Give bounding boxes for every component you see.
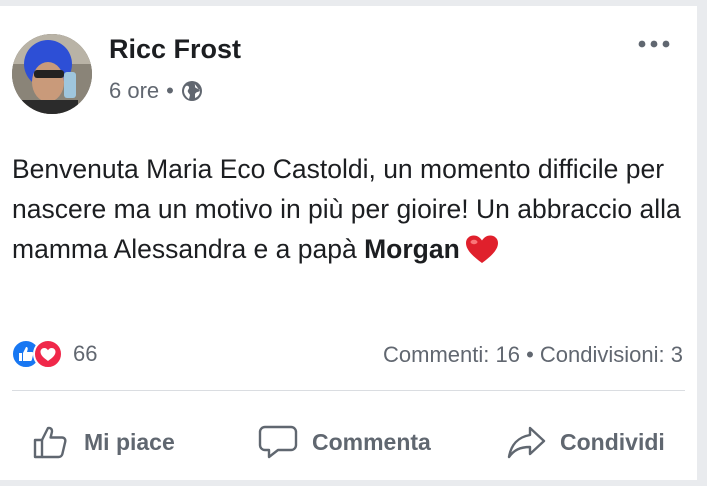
heart-emoji-icon <box>464 234 500 264</box>
post-card: Ricc Frost 6 ore • Benvenuta Maria Eco C… <box>0 6 697 480</box>
comment-icon <box>258 425 298 459</box>
reactions-summary[interactable]: 66 <box>11 339 97 369</box>
shares-count[interactable]: Condivisioni: 3 <box>540 342 683 367</box>
author-name[interactable]: Ricc Frost <box>109 34 241 65</box>
post-text-bold[interactable]: Morgan <box>364 234 460 264</box>
comment-button[interactable]: Commenta <box>258 416 431 468</box>
like-button[interactable]: Mi piace <box>32 416 175 468</box>
share-icon <box>507 426 546 459</box>
share-button[interactable]: Condividi <box>506 416 665 468</box>
comments-count[interactable]: Commenti: 16 <box>383 342 520 367</box>
love-icon <box>33 339 63 369</box>
post-text-body: Benvenuta Maria Eco Castoldi, un momento… <box>12 154 681 264</box>
divider <box>12 390 685 391</box>
comment-label: Commenta <box>312 428 431 455</box>
post-stats: Commenti: 16 • Condivisioni: 3 <box>383 342 683 368</box>
post-text: Benvenuta Maria Eco Castoldi, un momento… <box>12 149 682 269</box>
stats-separator: • <box>526 342 534 367</box>
avatar-image <box>12 34 92 114</box>
action-bar: Mi piace Commenta Condividi <box>0 416 697 468</box>
author-avatar[interactable] <box>12 34 92 114</box>
reaction-count: 66 <box>73 341 98 366</box>
like-label: Mi piace <box>84 428 175 455</box>
thumbs-up-icon <box>33 426 67 459</box>
meta-separator: • <box>166 78 174 103</box>
post-time[interactable]: 6 ore <box>109 78 159 104</box>
post-meta: 6 ore • <box>109 78 203 104</box>
share-label: Condividi <box>560 428 665 455</box>
globe-icon <box>181 80 203 102</box>
more-options-icon[interactable] <box>636 34 672 54</box>
